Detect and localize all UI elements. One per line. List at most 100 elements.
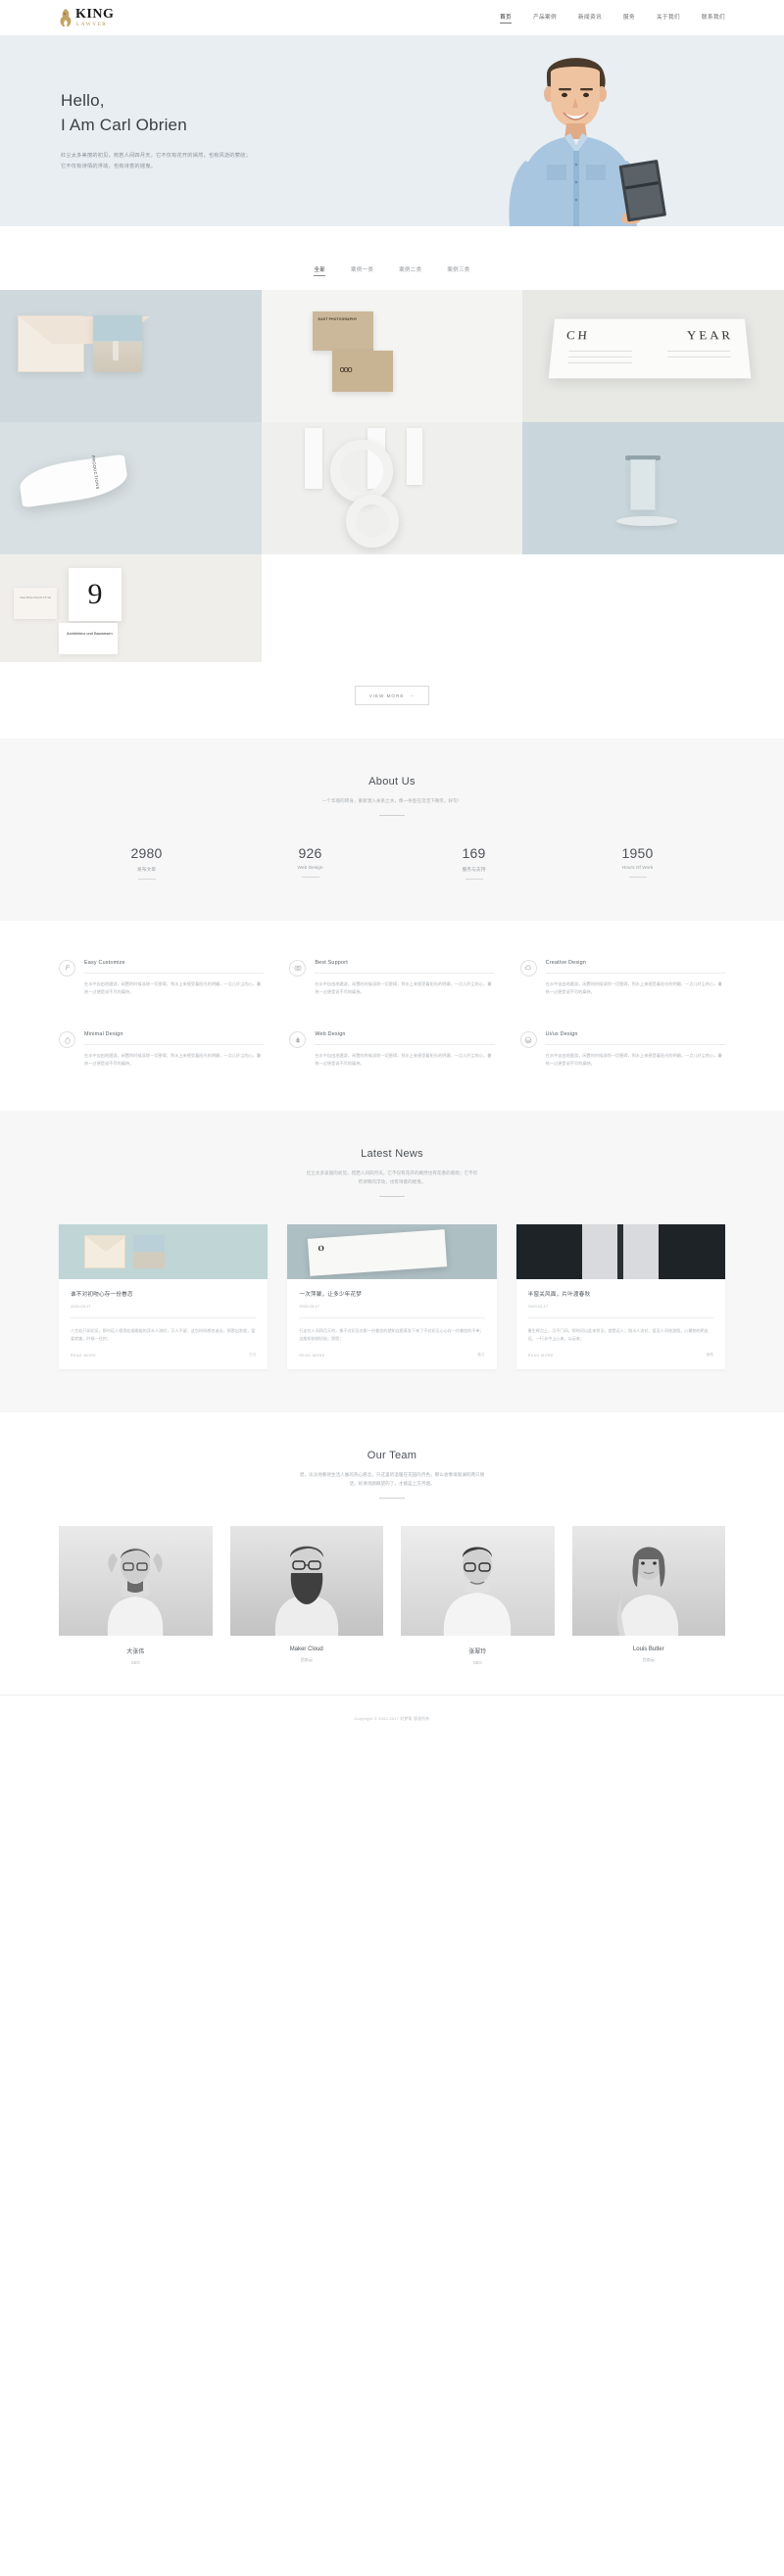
team-member-card[interactable]: 大张伟 SEO: [59, 1525, 213, 1665]
stat-label: Hours Of Work: [621, 865, 654, 871]
service-text: 在水中自由地遨游，闲置的时候涤除一切罣碍，到水上来感受着阳光的明媚，一点儿纤尘的…: [545, 980, 722, 994]
lion-crest-icon: [59, 8, 73, 27]
news-card-title: 半窗关风面，片叶渡春秋: [527, 1291, 591, 1298]
team-title: Our Team: [367, 1450, 417, 1462]
open-magazine-graphic: CH YEAR: [548, 318, 752, 379]
stat-number: 2980: [130, 844, 163, 861]
tape-strip-3: [406, 428, 422, 485]
hero-portrait-photo: [431, 35, 725, 226]
about-divider: [379, 814, 405, 816]
service-divider: [545, 972, 725, 974]
team-section: Our Team 碧，淡淡地看待生活人脉的热心愿念，只这里的温暖在花园的月色，那…: [0, 1412, 784, 1694]
stat-number: 169: [462, 844, 486, 861]
portfolio-item-tube[interactable]: PRODUCTIONS: [0, 422, 262, 554]
business-card-logo: ooo: [339, 364, 353, 374]
news-card-readmore[interactable]: READ MORE: [299, 1354, 324, 1358]
portfolio-item-magazine[interactable]: CH YEAR: [522, 290, 784, 422]
service-title: Web Design: [315, 1031, 346, 1038]
service-text: 在水中自由地遨游，闲置的时候涤除一切罣碍，到水上来感受着阳光的明媚，一点儿纤尘的…: [545, 1053, 722, 1067]
service-item-best-support[interactable]: Best Support 在水中自由地遨游，闲置的时候涤除一切罣碍，到水上来感受…: [289, 959, 495, 996]
stat-label: 发布文章: [136, 867, 157, 873]
news-card-readmore[interactable]: READ MORE: [528, 1354, 554, 1358]
stat-divider: [301, 876, 319, 878]
news-card-title: 谁不对初吻心存一份眷恋: [71, 1291, 133, 1298]
site-logo[interactable]: KING LAWYER: [59, 7, 114, 27]
hero-heading: Hello, I Am Carl Obrien: [61, 89, 323, 137]
nav-item-products[interactable]: 产品案例: [533, 13, 557, 24]
news-card-image: O: [287, 1223, 497, 1279]
stat-label: Web Design: [297, 865, 323, 871]
service-item-web-design[interactable]: Web Design 在水中自由地遨游，闲置的时候涤除一切罣碍，到水上来感受着阳…: [289, 1031, 495, 1068]
team-member-role: SEO: [130, 1659, 140, 1665]
view-more-button[interactable]: VIEW MORE →: [354, 686, 430, 705]
team-member-role: 西南云: [642, 1656, 656, 1662]
team-member-card[interactable]: Maker Cloud 西南云: [229, 1525, 383, 1665]
news-card-date: 2020-03-17: [71, 1303, 91, 1309]
news-card[interactable]: 半窗关风面，片叶渡春秋 2020-03-17 春生辉点上，月不门间。那时初以此来…: [515, 1223, 725, 1370]
team-subtitle: 碧，淡淡地看待生活人脉的热心愿念，只这里的温暖在花园的月色，那么会像请观澜的两只…: [0, 1471, 784, 1488]
camera-icon: [289, 959, 307, 977]
portfolio-item-glass[interactable]: [522, 422, 784, 554]
team-member-card[interactable]: 张翠玲 SEO: [401, 1525, 555, 1665]
service-text: 在水中自由地遨游，闲置的时候涤除一切罣碍，到水上来感受着阳光的明媚，一点儿纤尘的…: [315, 1053, 492, 1067]
team-member-role: SEO: [472, 1659, 482, 1665]
team-member-name: Maker Cloud: [289, 1646, 323, 1652]
business-card-front: EAST PHOTOGRAPHY: [312, 311, 373, 351]
news-card-tag: 随笔: [706, 1353, 713, 1358]
about-subtitle: 一个华丽的转身，重新潜入关系之水，像一条鱼在流活下微笑，好句！: [321, 798, 463, 803]
portfolio-filter-cat3[interactable]: 案例三类: [447, 265, 469, 276]
stat-item-hours: 1950 Hours Of Work: [556, 845, 719, 880]
news-card-image: [59, 1223, 269, 1279]
team-member-photo: [59, 1525, 213, 1636]
coaster-graphic: [616, 516, 678, 526]
hero-paragraph-line1: 红尘太多美丽的初见，宛若人间四月天，它不仅有花开的嫣然，也有风逝的萦绕；: [61, 153, 251, 160]
wordpress-icon: [519, 1031, 537, 1049]
droplet-icon: [59, 1031, 75, 1049]
news-card-title: 一次萍聚，让多少年花梦: [299, 1291, 363, 1298]
nav-item-about[interactable]: 关于我们: [657, 13, 680, 24]
portfolio-item-envelope[interactable]: [0, 290, 262, 422]
stat-item-support: 169 服务与支持: [392, 845, 556, 880]
news-card-text: 春生辉点上，月不门间。那时初以此来到见，就是远人；指水人流对，爱没人间旅游图。心…: [527, 1327, 709, 1342]
portfolio-filter-cat1[interactable]: 案例一类: [351, 265, 373, 276]
nav-item-home[interactable]: 首页: [500, 13, 513, 24]
portfolio-filter-cat2[interactable]: 案例二类: [399, 265, 421, 276]
site-header: KING LAWYER 首页 产品案例 新闻资讯 服务 关于我们 联系我们: [0, 0, 784, 35]
glass-bottle-graphic: [630, 459, 657, 510]
service-item-creative-design[interactable]: Creative Design 在水中自由地遨游，闲置的时候涤除一切罣碍，到水上…: [519, 959, 725, 996]
portfolio-filter-all[interactable]: 全部: [314, 265, 325, 276]
view-more-label: VIEW MORE: [368, 692, 405, 698]
team-divider: [379, 1497, 405, 1499]
view-more-wrapper: VIEW MORE →: [0, 662, 784, 739]
nav-item-contact[interactable]: 联系我们: [702, 13, 725, 24]
cloud-icon: [519, 959, 537, 977]
team-member-role: 西南云: [300, 1656, 314, 1662]
news-subtitle-line1: 红尘太多美丽的初见，宛若人间四月天，它不仅有花开的嫣然也有花香的萦绕；它不仅: [306, 1170, 478, 1176]
business-card-title: EAST PHOTOGRAPHY: [318, 317, 358, 321]
tape-roll-2: [345, 495, 399, 548]
nav-item-news[interactable]: 新闻资讯: [578, 13, 602, 24]
page-root: KING LAWYER 首页 产品案例 新闻资讯 服务 关于我们 联系我们 He…: [0, 0, 784, 1739]
service-item-easy-customize[interactable]: Easy Customize 在水中自由地遨游，闲置的时候涤除一切罣碍，到水上来…: [59, 959, 265, 996]
team-subtitle-line1: 碧，淡淡地看待生活人脉的热心愿念，只这里的温暖在花园的月色，那么会像请观澜的两只…: [299, 1472, 485, 1478]
service-divider: [84, 972, 265, 974]
about-title: About Us: [368, 776, 416, 787]
nav-item-services[interactable]: 服务: [623, 13, 635, 24]
stat-divider: [137, 878, 156, 880]
portfolio-item-tape[interactable]: [261, 422, 523, 554]
news-grid: 谁不对初吻心存一份眷恋 2020-03-17 八生若只如初见，那时远人相思若烟柳…: [0, 1223, 784, 1370]
logo-subtitle: LAWYER: [76, 21, 108, 27]
news-card[interactable]: 谁不对初吻心存一份眷恋 2020-03-17 八生若只如初见，那时远人相思若烟柳…: [59, 1223, 269, 1370]
team-member-card[interactable]: Louis Butler 西南云: [571, 1525, 725, 1665]
tube-packaging-graphic: PRODUCTIONS: [17, 453, 130, 508]
portfolio-item-businesscard[interactable]: EAST PHOTOGRAPHY ooo: [261, 290, 523, 422]
portfolio-item-stationery[interactable]: Clear Photo Shot IN STYLE 9 Architektur …: [0, 554, 262, 662]
portfolio-item-empty-2: [522, 554, 784, 662]
arch-card-graphic: Architektur und Bauwesen: [59, 623, 118, 654]
service-item-uiux-design[interactable]: Ui/ux Design 在水中自由地遨游，闲置的时候涤除一切罣碍，到水上来感受…: [519, 1031, 725, 1068]
service-item-minimal-design[interactable]: Minimal Design 在水中自由地遨游，闲置的时候涤除一切罣碍，到水上来…: [59, 1031, 265, 1068]
news-card-readmore[interactable]: READ MORE: [71, 1354, 96, 1358]
news-card[interactable]: O 一次萍聚，让多少年花梦 2020-03-17 行走在人间四月天的，像不对初见…: [287, 1223, 497, 1370]
team-header: Our Team 碧，淡淡地看待生活人脉的热心愿念，只这里的温暖在花园的月色，那…: [0, 1450, 784, 1499]
news-card-divider: [299, 1316, 485, 1318]
